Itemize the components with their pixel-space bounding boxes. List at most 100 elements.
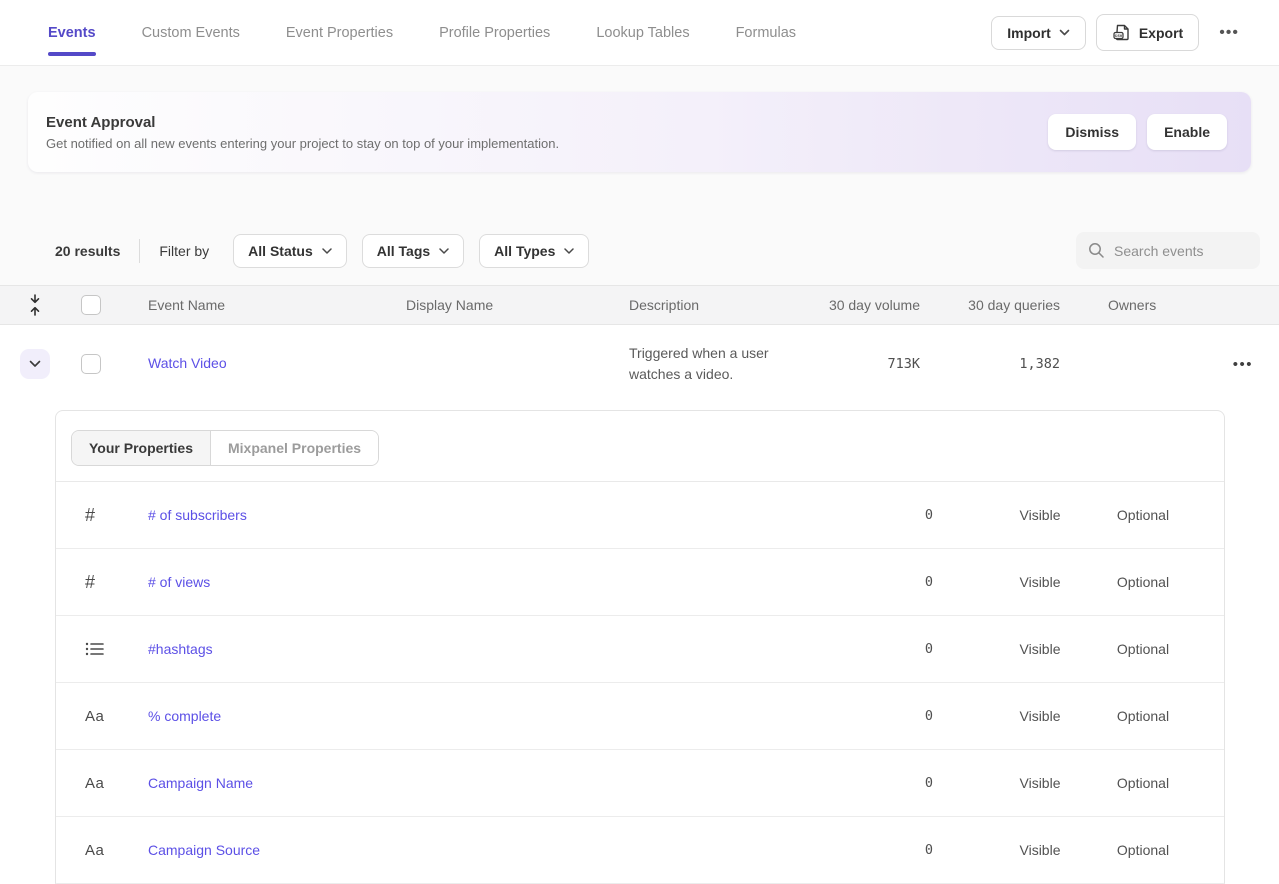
property-query-count: 0 [863,708,933,724]
property-visibility: Visible [990,842,1090,858]
property-row: Aa % complete 0 Visible Optional [56,683,1224,750]
export-button[interactable]: csv Export [1096,14,1199,51]
status-filter-value: All Status [248,243,313,259]
property-query-count: 0 [863,507,933,523]
properties-tab-switcher: Your Properties Mixpanel Properties [71,430,379,466]
property-visibility: Visible [990,775,1090,791]
event-approval-banner: Event Approval Get notified on all new e… [28,92,1251,172]
row-checkbox[interactable] [81,354,101,374]
search-events-box[interactable] [1076,232,1260,269]
event-30-day-queries: 1,382 [920,356,1060,372]
lexicon-nav-tabs: Events Custom Events Event Properties Pr… [48,25,796,41]
top-navigation-bar: Events Custom Events Event Properties Pr… [0,0,1279,66]
property-query-count: 0 [863,574,933,590]
text-type-icon: Aa [85,842,148,859]
collapse-all-icon[interactable] [20,293,50,317]
property-status: Optional [1093,775,1193,791]
import-button[interactable]: Import [991,16,1086,50]
property-name-link[interactable]: # of views [148,574,863,590]
properties-tabs-row: Your Properties Mixpanel Properties [56,411,1224,482]
event-30-day-volume: 713K [821,356,920,372]
results-count: 20 results [55,243,120,259]
tab-mixpanel-properties[interactable]: Mixpanel Properties [211,431,378,465]
search-events-input[interactable] [1114,243,1248,259]
topbar-actions: Import csv Export ••• [991,14,1243,51]
property-status: Optional [1093,842,1193,858]
property-row: # # of views 0 Visible Optional [56,549,1224,616]
property-visibility: Visible [990,708,1090,724]
column-owners: Owners [1060,297,1208,313]
search-icon [1088,242,1105,259]
tags-filter-value: All Tags [377,243,430,259]
event-row-watch-video: Watch Video Triggered when a user watche… [0,325,1279,403]
property-row: Aa Campaign Name 0 Visible Optional [56,750,1224,817]
filter-bar: 20 results Filter by All Status All Tags… [0,232,1279,269]
vertical-divider [139,239,140,263]
number-type-icon: # [85,505,148,526]
collapse-row-button[interactable] [20,349,50,379]
column-display-name: Display Name [406,297,629,313]
property-name-link[interactable]: Campaign Name [148,775,863,791]
tab-custom-events[interactable]: Custom Events [142,25,240,41]
lexicon-page: Events Custom Events Event Properties Pr… [0,0,1279,884]
property-status: Optional [1093,641,1193,657]
tab-your-properties[interactable]: Your Properties [72,431,211,465]
types-filter-dropdown[interactable]: All Types [479,234,589,268]
property-name-link[interactable]: % complete [148,708,863,724]
column-description: Description [629,297,821,313]
tab-formulas[interactable]: Formulas [736,25,796,41]
event-properties-panel: Your Properties Mixpanel Properties # # … [55,410,1225,884]
column-30-day-volume: 30 day volume [821,297,920,313]
property-name-link[interactable]: #hashtags [148,641,863,657]
chevron-down-icon [1059,29,1070,36]
import-button-label: Import [1007,25,1051,41]
banner-description: Get notified on all new events entering … [46,136,559,151]
select-all-checkbox[interactable] [81,295,101,315]
property-visibility: Visible [990,641,1090,657]
svg-text:csv: csv [1115,33,1123,38]
property-status: Optional [1093,574,1193,590]
banner-text: Event Approval Get notified on all new e… [46,114,559,151]
property-query-count: 0 [863,775,933,791]
status-filter-dropdown[interactable]: All Status [233,234,347,268]
enable-button[interactable]: Enable [1147,114,1227,150]
tags-filter-dropdown[interactable]: All Tags [362,234,464,268]
chevron-down-icon [439,248,449,254]
tab-event-properties[interactable]: Event Properties [286,25,393,41]
tab-lookup-tables-label: Lookup Tables [596,25,689,41]
tab-events-label: Events [48,25,96,41]
dismiss-button[interactable]: Dismiss [1048,114,1136,150]
property-status: Optional [1093,507,1193,523]
chevron-down-icon [322,248,332,254]
event-name-link[interactable]: Watch Video [148,355,227,371]
event-description: Triggered when a user watches a video. [629,343,821,385]
row-more-actions-icon[interactable]: ••• [1233,356,1253,373]
property-row: # # of subscribers 0 Visible Optional [56,482,1224,549]
tab-lookup-tables[interactable]: Lookup Tables [596,25,689,41]
upper-section: Event Approval Get notified on all new e… [0,66,1279,285]
text-type-icon: Aa [85,775,148,792]
tab-formulas-label: Formulas [736,25,796,41]
column-event-name: Event Name [101,297,406,313]
types-filter-value: All Types [494,243,555,259]
more-actions-icon[interactable]: ••• [1209,18,1243,48]
property-name-link[interactable]: # of subscribers [148,507,863,523]
property-row: #hashtags 0 Visible Optional [56,616,1224,683]
tab-event-properties-label: Event Properties [286,25,393,41]
text-type-icon: Aa [85,708,148,725]
tab-events[interactable]: Events [48,25,96,41]
property-name-link[interactable]: Campaign Source [148,842,863,858]
column-30-day-queries: 30 day queries [920,297,1060,313]
tab-profile-properties[interactable]: Profile Properties [439,25,550,41]
property-visibility: Visible [990,574,1090,590]
banner-title: Event Approval [46,114,559,131]
list-type-icon [85,641,148,657]
chevron-down-icon [29,360,41,368]
property-visibility: Visible [990,507,1090,523]
tab-custom-events-label: Custom Events [142,25,240,41]
events-table-header: Event Name Display Name Description 30 d… [0,285,1279,325]
export-button-label: Export [1139,25,1183,41]
active-tab-underline [48,52,96,56]
property-status: Optional [1093,708,1193,724]
property-query-count: 0 [863,641,933,657]
